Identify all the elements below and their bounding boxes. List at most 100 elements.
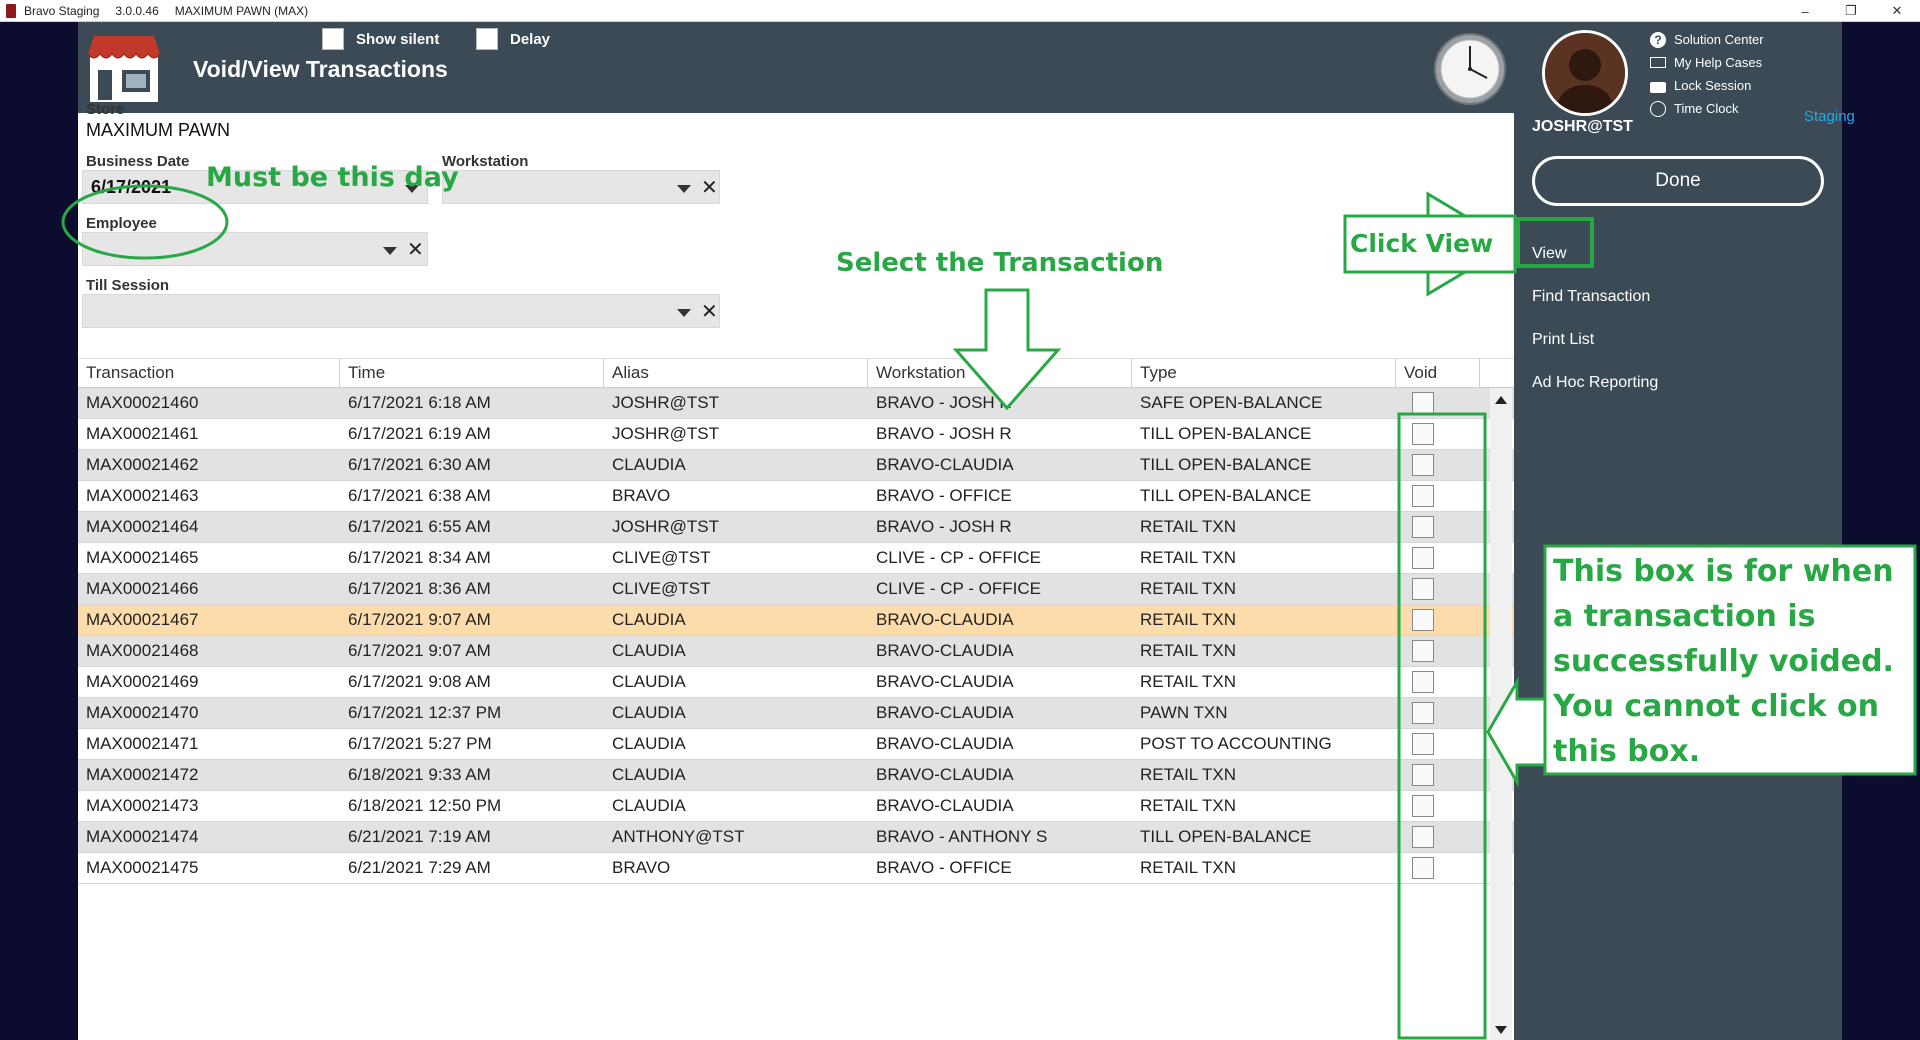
- cell-type: RETAIL TXN: [1140, 672, 1237, 691]
- table-scrollbar[interactable]: [1490, 388, 1512, 1040]
- time-clock-link[interactable]: Time Clock: [1650, 97, 1764, 120]
- cell-void: [1396, 853, 1480, 883]
- void-checkbox: [1412, 609, 1434, 631]
- table-row[interactable]: MAX00021465 6/17/2021 8:34 AM CLIVE@TST CLI…: [78, 543, 1514, 574]
- cell-alias: CLAUDIA: [612, 734, 686, 753]
- delay-checkbox[interactable]: [476, 28, 498, 50]
- cell-transaction: MAX00021470: [86, 703, 199, 722]
- cell-time: 6/18/2021 9:33 AM: [348, 765, 491, 784]
- cell-void: [1396, 791, 1480, 821]
- cell-void: [1396, 698, 1480, 728]
- show-silent-label: Show silent: [356, 30, 440, 48]
- column-header-type[interactable]: Type: [1132, 359, 1396, 387]
- solution-center-link[interactable]: ? Solution Center: [1650, 28, 1764, 51]
- lock-session-link[interactable]: Lock Session: [1650, 74, 1764, 97]
- window-titlebar: Bravo Staging 3.0.0.46 MAXIMUM PAWN (MAX…: [0, 0, 1920, 22]
- cell-time: 6/18/2021 12:50 PM: [348, 796, 502, 815]
- app-version: 3.0.0.46: [115, 3, 159, 18]
- my-help-cases-link[interactable]: My Help Cases: [1650, 51, 1764, 74]
- delay-label: Delay: [510, 30, 551, 48]
- chevron-down-icon[interactable]: [677, 185, 691, 193]
- restore-button[interactable]: ❐: [1828, 0, 1874, 22]
- table-row[interactable]: MAX00021463 6/17/2021 6:38 AM BRAVO BRAVO -…: [78, 481, 1514, 512]
- cell-workstation: BRAVO - JOSH R: [876, 393, 1012, 412]
- void-checkbox: [1412, 671, 1434, 693]
- workstation-combo[interactable]: ✕: [442, 170, 720, 204]
- table-row[interactable]: MAX00021461 6/17/2021 6:19 AM JOSHR@TST BRA…: [78, 419, 1514, 450]
- cell-workstation: BRAVO - ANTHONY S: [876, 827, 1048, 846]
- table-row[interactable]: MAX00021473 6/18/2021 12:50 PM CLAUDIA BRAV…: [78, 791, 1514, 822]
- cell-time: 6/17/2021 9:07 AM: [348, 610, 491, 629]
- table-row[interactable]: MAX00021468 6/17/2021 9:07 AM CLAUDIA BRAVO…: [78, 636, 1514, 667]
- environment-label: Staging: [1804, 108, 1855, 125]
- column-header-void[interactable]: Void: [1396, 359, 1480, 387]
- scroll-up-icon[interactable]: [1495, 396, 1507, 404]
- view-menu-item[interactable]: View: [1532, 232, 1658, 275]
- cell-alias: CLIVE@TST: [612, 548, 711, 567]
- table-row[interactable]: MAX00021471 6/17/2021 5:27 PM CLAUDIA BRAVO…: [78, 729, 1514, 760]
- cell-alias: CLAUDIA: [612, 455, 686, 474]
- close-window-button[interactable]: ✕: [1874, 0, 1920, 22]
- cell-alias: CLAUDIA: [612, 765, 686, 784]
- table-row[interactable]: MAX00021462 6/17/2021 6:30 AM CLAUDIA BRAVO…: [78, 450, 1514, 481]
- cell-time: 6/21/2021 7:29 AM: [348, 858, 491, 877]
- table-row[interactable]: MAX00021470 6/17/2021 12:37 PM CLAUDIA BRAV…: [78, 698, 1514, 729]
- window-store-label: MAXIMUM PAWN (MAX): [174, 3, 309, 18]
- clear-workstation-icon[interactable]: ✕: [701, 175, 718, 200]
- minimize-button[interactable]: –: [1782, 0, 1828, 22]
- cell-workstation: BRAVO-CLAUDIA: [876, 703, 1014, 722]
- table-row[interactable]: MAX00021466 6/17/2021 8:36 AM CLIVE@TST CLI…: [78, 574, 1514, 605]
- delay-checkbox-wrap[interactable]: Delay: [476, 28, 550, 50]
- chevron-down-icon[interactable]: [677, 309, 691, 317]
- cell-alias: CLAUDIA: [612, 672, 686, 691]
- clear-employee-icon[interactable]: ✕: [407, 237, 424, 262]
- cell-void: [1396, 574, 1480, 604]
- cell-alias: ANTHONY@TST: [612, 827, 745, 846]
- cell-workstation: BRAVO - OFFICE: [876, 486, 1012, 505]
- show-silent-checkbox-wrap[interactable]: Show silent: [322, 28, 439, 50]
- annotation-select-transaction: Select the Transaction: [836, 248, 1164, 278]
- find-transaction-menu-item[interactable]: Find Transaction: [1532, 275, 1658, 318]
- table-row[interactable]: MAX00021464 6/17/2021 6:55 AM JOSHR@TST BRA…: [78, 512, 1514, 543]
- cell-transaction: MAX00021466: [86, 579, 199, 598]
- cell-type: RETAIL TXN: [1140, 548, 1237, 567]
- cell-time: 6/17/2021 9:08 AM: [348, 672, 491, 691]
- cell-time: 6/17/2021 6:30 AM: [348, 455, 491, 474]
- chevron-down-icon[interactable]: [383, 247, 397, 255]
- print-list-menu-item[interactable]: Print List: [1532, 318, 1658, 361]
- annotation-must-be-this-day: Must be this day: [206, 162, 459, 193]
- cell-transaction: MAX00021461: [86, 424, 199, 443]
- till-session-combo[interactable]: ✕: [82, 294, 720, 328]
- cell-alias: CLAUDIA: [612, 703, 686, 722]
- cell-time: 6/17/2021 9:07 AM: [348, 641, 491, 660]
- cell-alias: CLAUDIA: [612, 610, 686, 629]
- table-row[interactable]: MAX00021467 6/17/2021 9:07 AM CLAUDIA BRAVO…: [78, 605, 1514, 636]
- employee-combo[interactable]: ✕: [82, 232, 428, 266]
- cell-workstation: BRAVO-CLAUDIA: [876, 765, 1014, 784]
- column-header-workstation[interactable]: Workstation: [868, 359, 1132, 387]
- show-silent-checkbox[interactable]: [322, 28, 344, 50]
- cell-alias: CLAUDIA: [612, 641, 686, 660]
- table-row[interactable]: MAX00021475 6/21/2021 7:29 AM BRAVO BRAVO -…: [78, 853, 1514, 884]
- clear-till-session-icon[interactable]: ✕: [701, 299, 718, 324]
- table-row[interactable]: MAX00021469 6/17/2021 9:08 AM CLAUDIA BRAVO…: [78, 667, 1514, 698]
- cell-alias: JOSHR@TST: [612, 517, 719, 536]
- cell-alias: JOSHR@TST: [612, 424, 719, 443]
- column-header-transaction[interactable]: Transaction: [78, 359, 340, 387]
- void-checkbox: [1412, 764, 1434, 786]
- column-header-time[interactable]: Time: [340, 359, 604, 387]
- column-header-alias[interactable]: Alias: [604, 359, 868, 387]
- void-checkbox: [1412, 516, 1434, 538]
- ad-hoc-reporting-menu-item[interactable]: Ad Hoc Reporting: [1532, 361, 1658, 404]
- done-button[interactable]: Done: [1532, 156, 1824, 206]
- scroll-down-icon[interactable]: [1495, 1026, 1507, 1034]
- table-row[interactable]: MAX00021474 6/21/2021 7:19 AM ANTHONY@TST B…: [78, 822, 1514, 853]
- table-row[interactable]: MAX00021472 6/18/2021 9:33 AM CLAUDIA BRAVO…: [78, 760, 1514, 791]
- help-icon: ?: [1650, 31, 1666, 48]
- cell-workstation: BRAVO - JOSH R: [876, 517, 1012, 536]
- store-value: MAXIMUM PAWN: [86, 120, 230, 140]
- table-row[interactable]: MAX00021460 6/17/2021 6:18 AM JOSHR@TST BRA…: [78, 388, 1514, 419]
- cell-alias: BRAVO: [612, 486, 671, 505]
- cell-type: SAFE OPEN-BALANCE: [1140, 393, 1323, 412]
- store-label: Store: [86, 101, 125, 118]
